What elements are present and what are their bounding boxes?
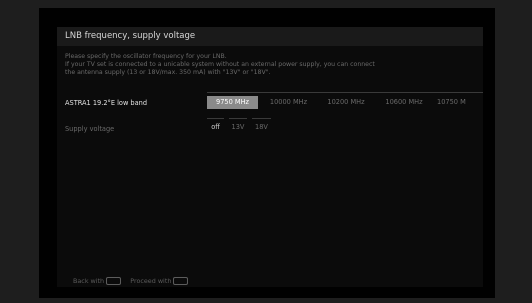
remote-key-icon xyxy=(173,277,189,285)
proceed-hint-label: Proceed with xyxy=(130,277,172,285)
lnb-settings-panel: LNB frequency, supply voltage Please spe… xyxy=(57,27,483,287)
lnb-options-divider xyxy=(207,92,483,93)
voltage-option-18v[interactable]: 18V xyxy=(252,121,271,134)
voltage-option-off[interactable]: off xyxy=(207,121,224,134)
description-line-3: the antenna supply (13 or 18V/max. 350 m… xyxy=(65,69,271,76)
remote-key-icon xyxy=(106,277,122,285)
panel-header: LNB frequency, supply voltage xyxy=(57,27,483,46)
lnb-option-10200[interactable]: 10200 MHz xyxy=(319,96,373,109)
voltage-option-13v[interactable]: 13V xyxy=(229,121,247,134)
footer-hints: Back with Proceed with xyxy=(73,277,191,285)
lnb-option-10750[interactable]: 10750 M xyxy=(435,96,483,109)
back-hint-label: Back with xyxy=(73,277,105,285)
lnb-option-10000[interactable]: 10000 MHz xyxy=(262,96,315,109)
voltage-18v-marker xyxy=(252,118,271,119)
lnb-option-9750[interactable]: 9750 MHz xyxy=(207,96,258,109)
supply-voltage-label: Supply voltage xyxy=(65,125,115,133)
lnb-option-10600[interactable]: 10600 MHz xyxy=(377,96,431,109)
voltage-13v-marker xyxy=(229,118,247,119)
description-line-1: Please specify the oscillator frequency … xyxy=(65,53,227,60)
lnb-satellite-label: ASTRA1 19.2°E low band xyxy=(65,99,148,107)
page-title: LNB frequency, supply voltage xyxy=(65,31,196,41)
description-line-2: If your TV set is connected to a unicabl… xyxy=(65,61,375,68)
voltage-off-marker xyxy=(207,118,224,119)
